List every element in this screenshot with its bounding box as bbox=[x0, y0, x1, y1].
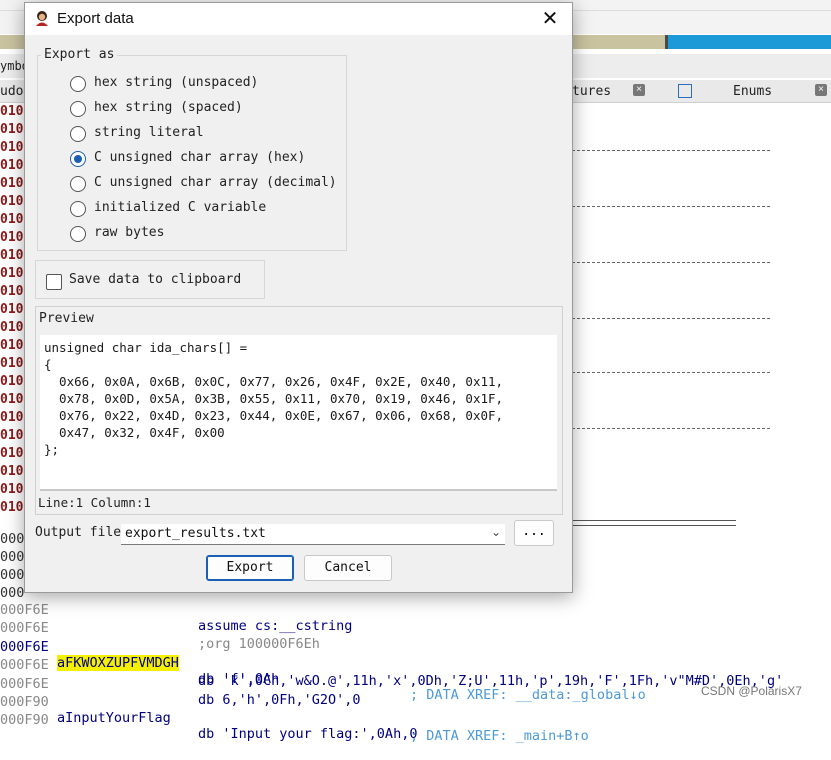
preview-line: 0x76, 0x22, 0x4D, 0x23, 0x44, 0x0E, 0x67… bbox=[44, 408, 504, 423]
radio-label: hex string (spaced) bbox=[94, 100, 243, 115]
cancel-button[interactable]: Cancel bbox=[304, 555, 392, 581]
preview-line: unsigned char ida_chars[] = bbox=[44, 340, 248, 355]
listing-line[interactable]: 000F6E db 'k',0Ch,'w&O.@',11h,'x',0Dh,'Z… bbox=[0, 641, 783, 689]
save-to-clipboard-checkbox[interactable] bbox=[46, 274, 62, 290]
export-as-label: Export as bbox=[41, 47, 118, 62]
enums-grid-icon bbox=[678, 84, 692, 98]
xref-comment[interactable]: ; DATA XREF: _main+B↑o bbox=[410, 728, 589, 744]
save-to-clipboard-label[interactable]: Save data to clipboard bbox=[69, 272, 241, 287]
line-address: 000F90 bbox=[0, 712, 49, 728]
output-file-combobox[interactable]: export_results.txt ⌄ bbox=[121, 524, 505, 545]
function-separator bbox=[572, 206, 770, 208]
dialog-title: Export data bbox=[57, 10, 134, 27]
radio-button[interactable] bbox=[70, 176, 86, 192]
preview-line: 0x47, 0x32, 0x4F, 0x00 bbox=[44, 425, 225, 440]
radio-button[interactable] bbox=[70, 76, 86, 92]
data-label-highlighted[interactable]: aFKWOXZUPFVMDGH bbox=[57, 655, 179, 671]
radio-label: raw bytes bbox=[94, 225, 165, 240]
listing-line[interactable]: 000F6E ;org 100000F6Eh bbox=[0, 604, 320, 652]
listing-line[interactable]: 000F6E aFKWOXZUPFVMDGH db 'f',0Ah ; DATA… bbox=[0, 623, 646, 703]
instruction: db 'Input your flag:',0Ah,0 bbox=[198, 726, 418, 742]
radio-button[interactable] bbox=[70, 226, 86, 242]
export-button[interactable]: Export bbox=[206, 555, 294, 581]
radio-label: C unsigned char array (hex) bbox=[94, 150, 306, 165]
radio-button-selected[interactable] bbox=[70, 151, 86, 167]
tab-structures[interactable]: tures bbox=[572, 80, 611, 102]
navigation-band-segment-blue bbox=[668, 35, 831, 49]
preview-line: { bbox=[44, 357, 52, 372]
browse-button[interactable]: ... bbox=[514, 520, 554, 546]
radio-label: string literal bbox=[94, 125, 204, 140]
radio-label: C unsigned char array (decimal) bbox=[94, 175, 337, 190]
radio-label: hex string (unspaced) bbox=[94, 75, 259, 90]
listing-line[interactable]: 000F90 ; DATA XREF: _main+B↑o bbox=[0, 696, 589, 744]
preview-line: 0x78, 0x0D, 0x5A, 0x3B, 0x55, 0x11, 0x70… bbox=[44, 391, 504, 406]
tab-enums[interactable]: Enums bbox=[733, 80, 772, 102]
function-separator bbox=[572, 428, 770, 430]
output-file-value: export_results.txt bbox=[125, 526, 266, 541]
cursor-position-status: Line:1 Column:1 bbox=[38, 495, 151, 510]
close-icon[interactable]: ✕ bbox=[539, 9, 561, 31]
listing-line[interactable]: 000F90 aInputYourFlag db 'Input your fla… bbox=[0, 678, 417, 742]
instruction: db 6,'h',0Fh,'G2O',0 bbox=[198, 692, 361, 708]
tab-structures-close-icon[interactable]: × bbox=[633, 84, 645, 96]
preview-text-area[interactable]: unsigned char ida_chars[] = { 0x66, 0x0A… bbox=[40, 335, 557, 491]
function-separator bbox=[572, 372, 770, 374]
radio-button[interactable] bbox=[70, 101, 86, 117]
function-separator bbox=[572, 262, 770, 264]
watermark: CSDN @PolarisX7 bbox=[701, 684, 802, 698]
preview-line: 0x66, 0x0A, 0x6B, 0x0C, 0x77, 0x26, 0x4F… bbox=[44, 374, 504, 389]
preview-panel: Preview unsigned char ida_chars[] = { 0x… bbox=[35, 306, 563, 515]
preview-line: }; bbox=[44, 442, 60, 457]
instruction: assume cs:__cstring bbox=[198, 618, 353, 634]
dialog-titlebar[interactable]: Export data ✕ bbox=[25, 3, 572, 35]
xref-comment[interactable]: ; DATA XREF: __data:_global↓o bbox=[410, 687, 646, 703]
export-data-dialog: Export data ✕ Export as hex string (unsp… bbox=[24, 2, 573, 593]
preview-label: Preview bbox=[39, 311, 94, 326]
function-separator bbox=[572, 150, 770, 152]
listing-line[interactable]: 000F6E db 6,'h',0Fh,'G2O',0 bbox=[0, 660, 361, 708]
segment-separator bbox=[572, 520, 736, 526]
preview-code: unsigned char ida_chars[] = { 0x66, 0x0A… bbox=[44, 339, 503, 458]
function-separator bbox=[572, 318, 770, 320]
radio-label: initialized C variable bbox=[94, 200, 267, 215]
output-file-label: Output file bbox=[35, 525, 122, 540]
chevron-down-icon[interactable]: ⌄ bbox=[491, 525, 501, 539]
ida-app-icon bbox=[36, 11, 48, 26]
radio-button[interactable] bbox=[70, 126, 86, 142]
tab-enums-close-icon[interactable]: × bbox=[815, 84, 827, 96]
instruction: db 'k',0Ch,'w&O.@',11h,'x',0Dh,'Z;U',11h… bbox=[198, 673, 784, 689]
instruction: ;org 100000F6Eh bbox=[198, 636, 320, 652]
data-label[interactable]: aInputYourFlag bbox=[57, 710, 171, 726]
radio-button[interactable] bbox=[70, 201, 86, 217]
